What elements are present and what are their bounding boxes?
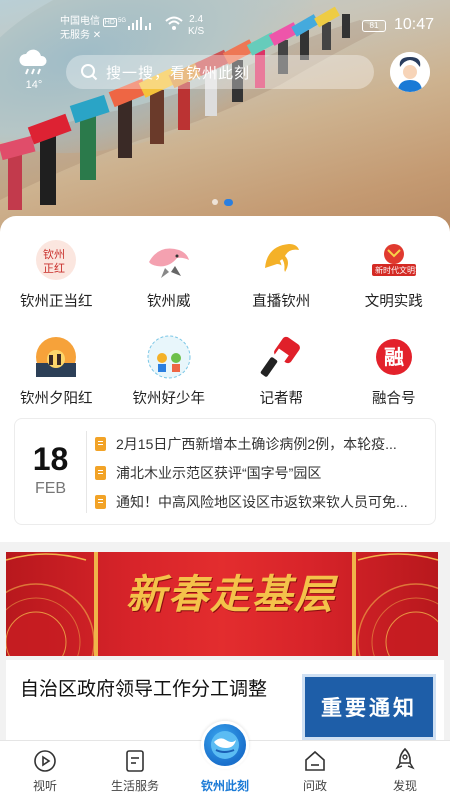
- news-ticker-card: 18 FEB 2月15日广西新增本土确诊病例2例，本轮疫... 浦北木业示范区获…: [14, 418, 436, 525]
- article-thumbnail: 重要通知: [302, 674, 436, 740]
- banner-stripe: [94, 552, 98, 656]
- carousel-indicator: [212, 199, 233, 206]
- headline-item[interactable]: 通知！中高风险地区设区市返钦来钦人员可免...: [95, 487, 429, 516]
- service-youth[interactable]: 钦州好少年: [113, 333, 226, 408]
- service-live[interactable]: 直播钦州: [225, 236, 338, 311]
- cloud-rain-icon: [19, 49, 47, 75]
- search-icon: [81, 64, 98, 81]
- tab-shiting[interactable]: 视听: [0, 741, 90, 800]
- clock: 10:47: [394, 16, 435, 33]
- temperature: 14°: [25, 79, 43, 91]
- service-reporter[interactable]: 记者帮: [225, 333, 338, 408]
- sunset-icon: [32, 333, 80, 381]
- bottom-tab-bar: 视听 生活服务 钦州此刻 问政 发现: [0, 721, 450, 800]
- civilization-badge-icon: 新时代文明实践: [370, 236, 418, 284]
- search-placeholder: 搜一搜，看钦州此刻: [106, 64, 251, 82]
- home-icon: [305, 750, 325, 771]
- youth-icon: [145, 333, 193, 381]
- hero-carousel[interactable]: 中国电信 HD 无服务 ✕ 5G 2.4 K/S 81 10:47 14° 搜一搜…: [0, 0, 450, 240]
- service-qinzhouwei[interactable]: 钦州威: [113, 236, 226, 311]
- status-bar: 中国电信 HD 无服务 ✕ 5G 2.4 K/S 81 10:47: [0, 10, 450, 44]
- banner-stripe: [352, 552, 356, 656]
- tab-discover[interactable]: 发现: [360, 741, 450, 800]
- ronghe-icon: 融: [370, 333, 418, 381]
- document-icon: [95, 465, 106, 480]
- search-bar[interactable]: 搜一搜，看钦州此刻: [66, 55, 374, 89]
- signal-icon: 5G: [118, 17, 151, 30]
- headline-item[interactable]: 2月15日广西新增本土确诊病例2例，本轮疫...: [95, 429, 429, 458]
- wifi-icon: [165, 16, 183, 30]
- service-grid: 钦州正红 钦州正当红 钦州威 直播钦州 新时代文明实践 文明实践: [0, 236, 450, 408]
- qinzhou-globe-icon: [201, 721, 249, 769]
- date-month: FEB: [34, 480, 67, 497]
- date-day: 18: [32, 441, 69, 477]
- main-panel: 钦州正红 钦州正当红 钦州威 直播钦州 新时代文明实践 文明实践: [0, 216, 450, 542]
- headline-list: 2月15日广西新增本土确诊病例2例，本轮疫... 浦北木业示范区获评“国字号”园…: [95, 429, 429, 516]
- zhengdanghong-icon: 钦州 正红: [32, 236, 80, 284]
- dolphin-icon: [145, 236, 193, 284]
- service-ronghe[interactable]: 融 融合号: [338, 333, 450, 408]
- service-zhengdanghong[interactable]: 钦州 正红 钦州正当红: [0, 236, 113, 311]
- network-speed: 2.4 K/S: [188, 14, 205, 37]
- article-title: 自治区政府领导工作分工调整: [20, 679, 268, 700]
- banner-title: 新春走基层: [126, 571, 336, 618]
- svg-text:正红: 正红: [43, 262, 65, 275]
- svg-text:新时代文明实践: 新时代文明实践: [375, 265, 418, 275]
- document-icon: [95, 436, 106, 451]
- svg-text:融: 融: [384, 346, 404, 369]
- tab-life-service[interactable]: 生活服务: [90, 741, 180, 800]
- carousel-dot[interactable]: [212, 199, 218, 205]
- no-service-label: 无服务 ✕: [60, 30, 102, 41]
- play-circle-icon: [34, 750, 56, 772]
- rocket-icon: [395, 747, 415, 770]
- document-icon: [126, 750, 144, 772]
- carrier-name: 中国电信 HD: [60, 16, 117, 27]
- promo-banner[interactable]: 新春走基层: [6, 552, 438, 656]
- weather-widget[interactable]: 14°: [14, 48, 54, 91]
- svg-text:钦州: 钦州: [43, 248, 65, 261]
- microphone-icon: [257, 333, 305, 381]
- tab-qinzhou-now[interactable]: 钦州此刻: [180, 721, 270, 800]
- headline-item[interactable]: 浦北木业示范区获评“国字号”园区: [95, 458, 429, 487]
- live-dolphin-icon: [257, 236, 305, 284]
- battery-icon: 81: [362, 20, 386, 32]
- service-sunset[interactable]: 钦州夕阳红: [0, 333, 113, 408]
- date-block: 18 FEB: [15, 431, 87, 513]
- document-icon: [95, 494, 106, 509]
- tab-wenzheng[interactable]: 问政: [270, 741, 360, 800]
- carousel-dot-active[interactable]: [224, 199, 233, 206]
- svg-text:5G: 5G: [118, 18, 126, 24]
- user-avatar-icon[interactable]: [390, 52, 430, 92]
- service-wenming[interactable]: 新时代文明实践 文明实践: [338, 236, 450, 311]
